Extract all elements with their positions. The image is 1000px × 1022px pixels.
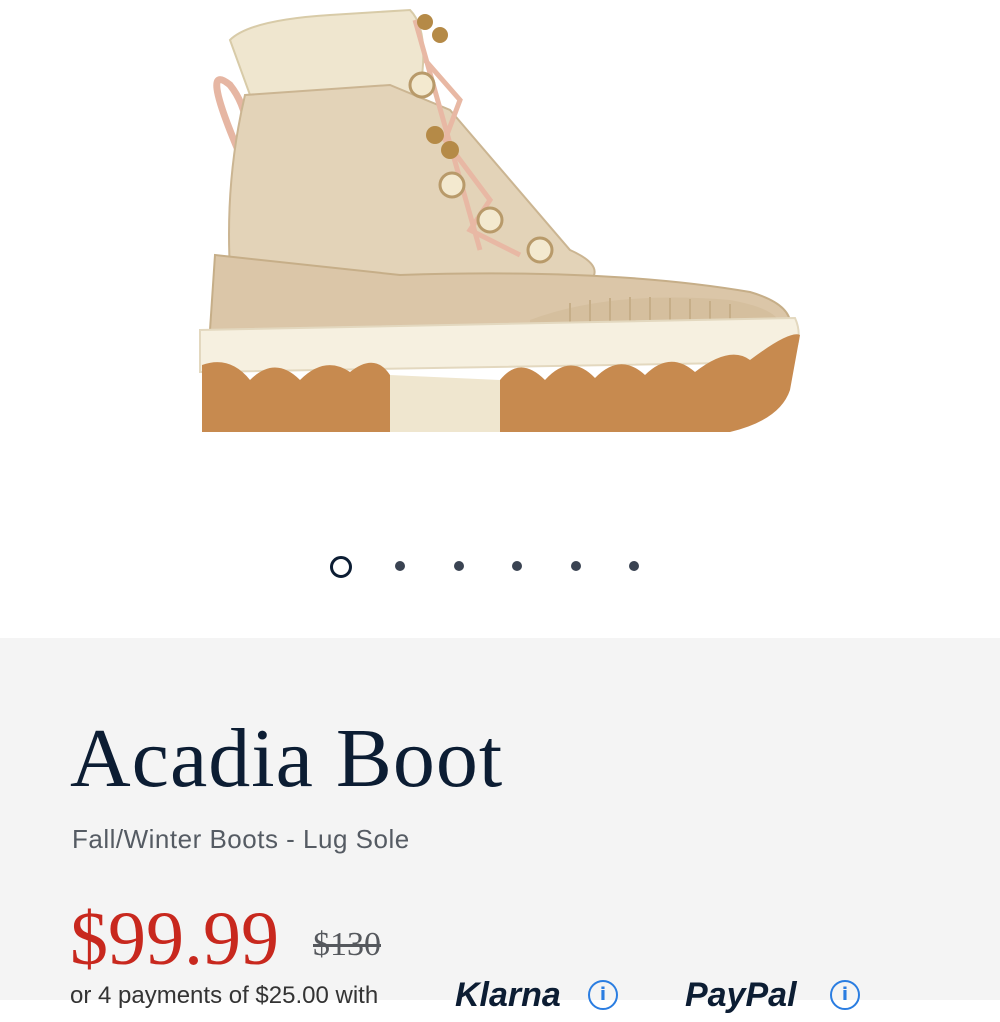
klarna-info-icon[interactable]: i xyxy=(588,980,618,1010)
paypal-info-icon[interactable]: i xyxy=(830,980,860,1010)
product-image-gallery[interactable] xyxy=(0,0,1000,638)
installment-text: or 4 payments of $25.00 with xyxy=(70,982,379,1009)
product-category: Fall/Winter Boots - Lug Sole xyxy=(72,824,410,854)
klarna-logo[interactable]: Klarna xyxy=(455,976,561,1015)
product-title: Acadia Boot xyxy=(70,712,504,805)
carousel-dot-6[interactable] xyxy=(629,561,639,571)
product-info-panel: Acadia Boot Fall/Winter Boots - Lug Sole… xyxy=(0,638,1000,1014)
product-image-boot xyxy=(199,8,800,432)
original-price: $130 xyxy=(313,926,381,963)
carousel-dot-1[interactable] xyxy=(330,556,352,578)
sale-price: $99.99 xyxy=(70,897,279,981)
carousel-pagination xyxy=(330,556,650,578)
paypal-logo[interactable]: PayPal xyxy=(685,976,797,1015)
carousel-dot-5[interactable] xyxy=(571,561,581,571)
installment-options: or 4 payments of $25.00 with Klarna i Pa… xyxy=(70,976,970,1022)
carousel-dot-4[interactable] xyxy=(512,561,522,571)
carousel-dot-3[interactable] xyxy=(454,561,464,571)
carousel-dot-2[interactable] xyxy=(395,561,405,571)
